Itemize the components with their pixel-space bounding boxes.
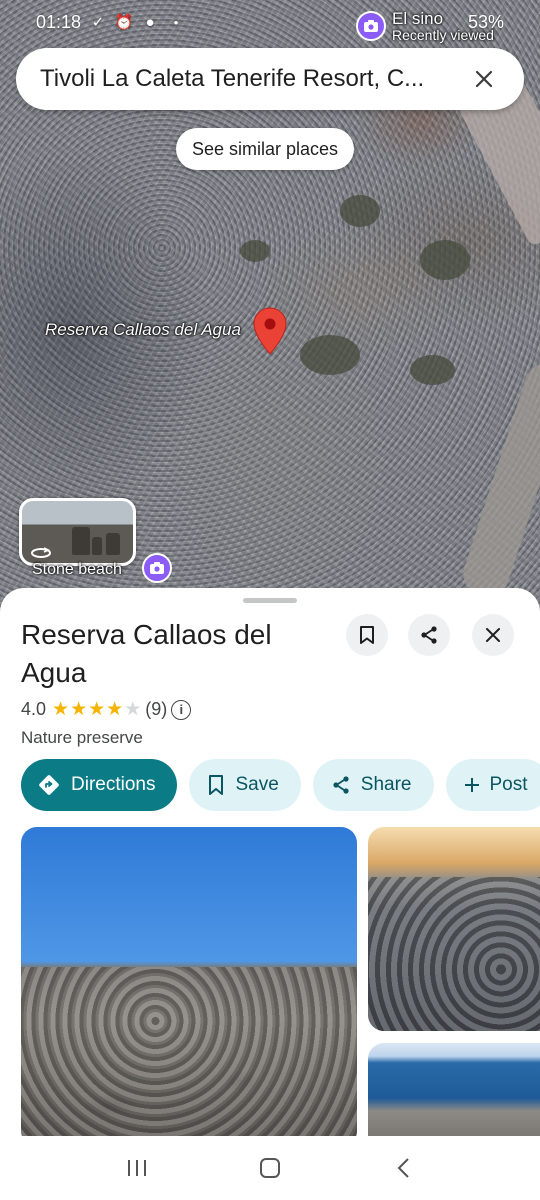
save-icon-button[interactable] bbox=[346, 614, 388, 656]
street-view-thumbnail[interactable] bbox=[19, 498, 136, 566]
back-button[interactable] bbox=[383, 1148, 423, 1188]
directions-label: Directions bbox=[71, 774, 156, 795]
place-category: Nature preserve bbox=[21, 728, 143, 747]
close-sheet-button[interactable] bbox=[472, 614, 514, 656]
share-icon bbox=[421, 626, 437, 644]
map-vegetation bbox=[340, 195, 380, 227]
rating-row[interactable]: 4.0 ★ ★ ★ ★ ★ (9) i bbox=[21, 699, 192, 720]
place-details-sheet[interactable]: Reserva Callaos del Agua 4.0 ★ ★ ★ ★ ★ (… bbox=[0, 588, 540, 1148]
map-vegetation bbox=[300, 335, 360, 375]
search-bar[interactable]: Tivoli La Caleta Tenerife Resort, C... bbox=[16, 48, 524, 110]
see-similar-places-button[interactable]: See similar places bbox=[176, 128, 355, 170]
recent-apps-button[interactable] bbox=[117, 1148, 157, 1188]
thumbnail-cairn bbox=[106, 533, 120, 555]
save-label: Save bbox=[235, 774, 279, 795]
post-button[interactable]: Post bbox=[445, 759, 540, 811]
place-photo-sunset[interactable] bbox=[368, 827, 540, 1031]
map-vegetation bbox=[240, 240, 270, 262]
review-count: (9) bbox=[145, 699, 168, 719]
rating-stars: ★ ★ ★ ★ ★ bbox=[52, 700, 141, 719]
place-title: Reserva Callaos del Agua bbox=[21, 619, 272, 688]
post-label: Post bbox=[489, 774, 528, 795]
location-pin-icon[interactable] bbox=[252, 306, 288, 356]
rating-value: 4.0 bbox=[21, 699, 47, 719]
street-view-icon bbox=[31, 547, 51, 558]
close-icon[interactable] bbox=[468, 63, 500, 95]
directions-icon bbox=[39, 775, 59, 795]
drag-handle[interactable] bbox=[243, 598, 297, 603]
account-icon: ● bbox=[145, 13, 155, 31]
home-button[interactable] bbox=[250, 1148, 290, 1188]
plus-icon bbox=[464, 778, 479, 792]
star-icon: ★ bbox=[52, 699, 70, 720]
info-icon[interactable]: i bbox=[171, 699, 192, 720]
back-icon bbox=[397, 1158, 410, 1178]
dot-icon: ● bbox=[173, 17, 179, 27]
star-empty-icon: ★ bbox=[124, 699, 142, 720]
place-photo-sea[interactable] bbox=[368, 1043, 540, 1148]
place-photo-main[interactable] bbox=[21, 827, 357, 1147]
star-icon: ★ bbox=[70, 699, 88, 720]
map-place-label[interactable]: Reserva Callaos del Agua bbox=[45, 320, 241, 340]
recently-viewed-title: El sino bbox=[392, 8, 444, 28]
action-buttons: Directions Save Share Post bbox=[21, 759, 540, 811]
share-button[interactable]: Share bbox=[312, 759, 434, 811]
recently-viewed-chip[interactable]: El sino Recently viewed bbox=[356, 6, 494, 46]
share-icon-button[interactable] bbox=[408, 614, 450, 656]
recently-viewed-subtitle: Recently viewed bbox=[392, 26, 494, 43]
alarm-icon: ⏰ bbox=[114, 14, 134, 31]
close-icon bbox=[486, 628, 500, 642]
satellite-map[interactable]: 01:18 ✓ ⏰ ● ● 53% El sino Recently viewe… bbox=[0, 0, 540, 620]
camera-icon[interactable] bbox=[142, 553, 172, 583]
map-path bbox=[458, 358, 540, 602]
thumbnail-cairn bbox=[92, 537, 102, 555]
search-input[interactable]: Tivoli La Caleta Tenerife Resort, C... bbox=[40, 65, 468, 93]
share-icon bbox=[333, 776, 349, 794]
camera-icon bbox=[356, 11, 386, 41]
system-nav-bar bbox=[0, 1136, 540, 1200]
clock: 01:18 bbox=[36, 11, 82, 32]
thumbnail-label: Stone beach bbox=[32, 561, 122, 578]
bookmark-icon bbox=[360, 626, 374, 644]
check-download-icon: ✓ bbox=[91, 14, 105, 31]
recent-apps-icon bbox=[127, 1160, 146, 1176]
bookmark-icon bbox=[209, 775, 224, 795]
home-icon bbox=[259, 1158, 280, 1178]
share-label: Share bbox=[360, 774, 412, 795]
map-vegetation bbox=[410, 355, 455, 385]
save-button[interactable]: Save bbox=[189, 759, 301, 811]
star-icon: ★ bbox=[106, 699, 124, 720]
thumbnail-cairn bbox=[72, 527, 90, 555]
directions-button[interactable]: Directions bbox=[21, 759, 178, 811]
map-vegetation bbox=[420, 240, 470, 280]
star-icon: ★ bbox=[88, 699, 106, 720]
